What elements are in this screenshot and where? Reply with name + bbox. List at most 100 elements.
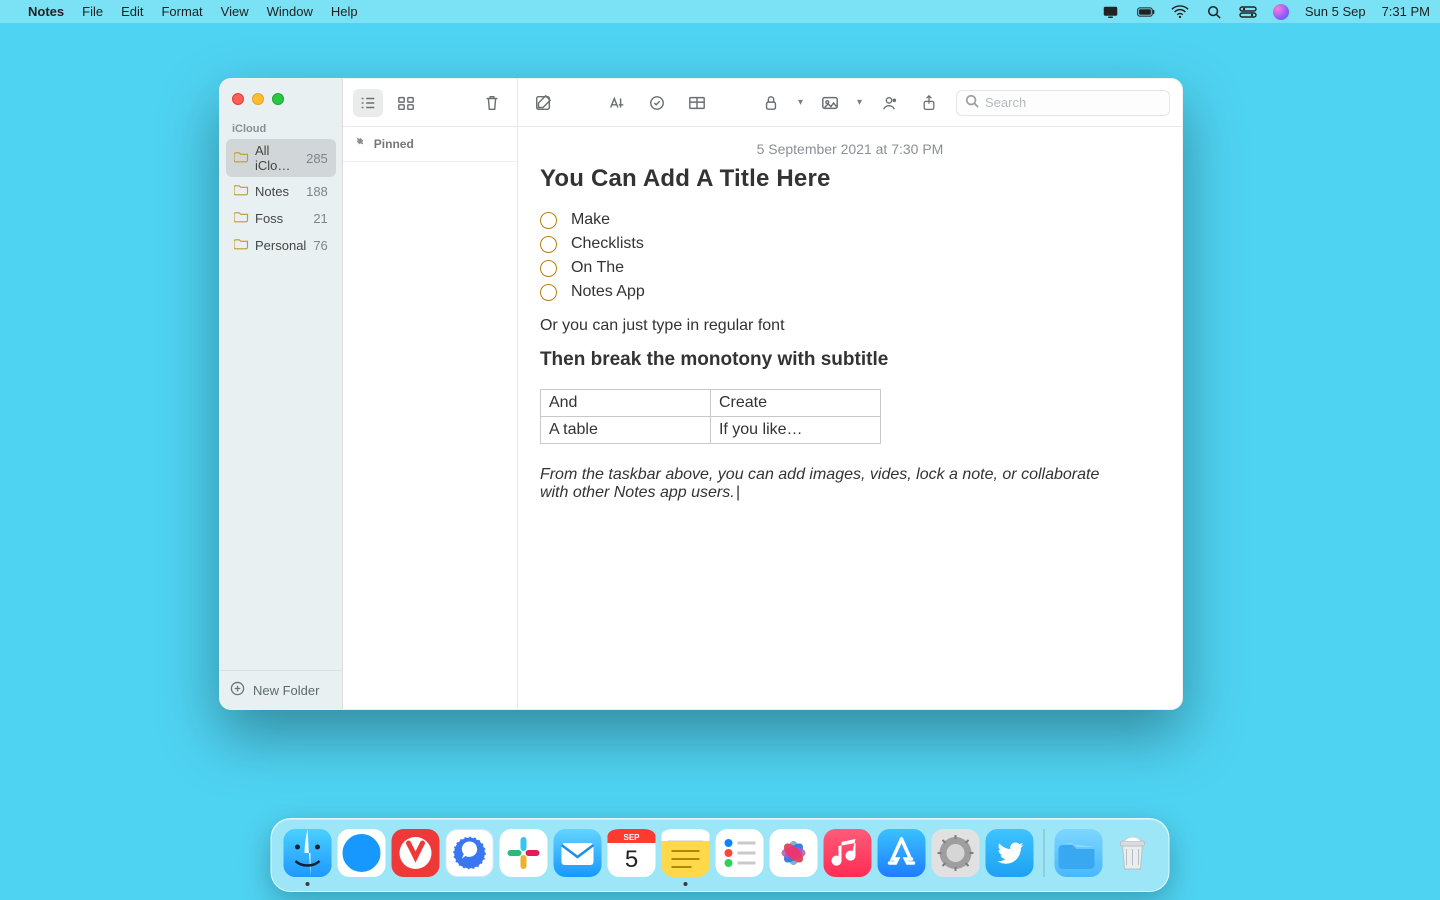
folder-icon bbox=[234, 149, 249, 167]
dock-safari[interactable] bbox=[338, 829, 386, 877]
battery-icon[interactable] bbox=[1137, 5, 1155, 19]
note-title[interactable]: You Can Add A Title Here bbox=[540, 165, 1160, 193]
dock-settings[interactable] bbox=[932, 829, 980, 877]
note-editor[interactable]: 5 September 2021 at 7:30 PM You Can Add … bbox=[518, 127, 1182, 522]
folder-icon bbox=[234, 182, 249, 200]
checkbox[interactable] bbox=[540, 284, 557, 301]
screen-mirror-icon[interactable] bbox=[1103, 5, 1121, 19]
menubar-date[interactable]: Sun 5 Sep bbox=[1305, 4, 1366, 19]
list-view-button[interactable] bbox=[353, 89, 383, 117]
pin-icon bbox=[355, 137, 366, 151]
control-center-icon[interactable] bbox=[1239, 5, 1257, 19]
folder-count: 285 bbox=[306, 151, 328, 166]
dock-finder[interactable] bbox=[284, 829, 332, 877]
note-content-pane: ▾ ▾ 5 September 2021 at 7:30 PM You Can … bbox=[518, 79, 1182, 709]
checkbox[interactable] bbox=[540, 212, 557, 229]
checklist-item[interactable]: Checklists bbox=[571, 235, 644, 253]
table-cell[interactable]: If you like… bbox=[710, 417, 880, 444]
pinned-label: Pinned bbox=[374, 137, 414, 151]
menubar-time[interactable]: 7:31 PM bbox=[1382, 4, 1430, 19]
menu-edit[interactable]: Edit bbox=[121, 4, 143, 19]
dock-signal[interactable] bbox=[446, 829, 494, 877]
delete-note-button[interactable] bbox=[477, 89, 507, 117]
folder-foss[interactable]: Foss 21 bbox=[226, 205, 336, 231]
dock-reminders[interactable] bbox=[716, 829, 764, 877]
note-toolbar: ▾ ▾ bbox=[518, 79, 1182, 127]
menubar-right: Sun 5 Sep 7:31 PM bbox=[1103, 4, 1430, 20]
menu-format[interactable]: Format bbox=[161, 4, 202, 19]
table-cell[interactable]: A table bbox=[540, 417, 710, 444]
close-button[interactable] bbox=[232, 93, 244, 105]
checklist-item[interactable]: Make bbox=[571, 211, 610, 229]
checklist[interactable]: Make Checklists On The Notes App bbox=[540, 211, 1160, 301]
checkbox[interactable] bbox=[540, 236, 557, 253]
dock-twitter[interactable] bbox=[986, 829, 1034, 877]
media-button[interactable] bbox=[817, 90, 843, 116]
note-italic-paragraph[interactable]: From the taskbar above, you can add imag… bbox=[540, 466, 1120, 502]
new-folder-label: New Folder bbox=[253, 683, 319, 698]
dock-downloads-folder[interactable] bbox=[1055, 829, 1103, 877]
wifi-icon[interactable] bbox=[1171, 5, 1189, 19]
dock-vivaldi[interactable] bbox=[392, 829, 440, 877]
search-input[interactable] bbox=[985, 95, 1161, 110]
folder-icon bbox=[234, 236, 249, 254]
folder-name: All iClo… bbox=[255, 143, 300, 173]
siri-icon[interactable] bbox=[1273, 4, 1289, 20]
app-menu[interactable]: Notes bbox=[28, 4, 64, 19]
table-cell[interactable]: Create bbox=[710, 390, 880, 417]
share-button[interactable] bbox=[916, 90, 942, 116]
folder-notes[interactable]: Notes 188 bbox=[226, 178, 336, 204]
spotlight-icon[interactable] bbox=[1205, 5, 1223, 19]
note-date: 5 September 2021 at 7:30 PM bbox=[540, 141, 1160, 157]
dock-slack[interactable] bbox=[500, 829, 548, 877]
grid-view-button[interactable] bbox=[391, 89, 421, 117]
notes-window: iCloud All iClo… 285 Notes 188 Foss 21 P… bbox=[219, 78, 1183, 710]
window-controls bbox=[220, 79, 342, 113]
folder-all-icloud[interactable]: All iClo… 285 bbox=[226, 139, 336, 177]
minimize-button[interactable] bbox=[252, 93, 264, 105]
svg-text:SEP: SEP bbox=[623, 833, 640, 842]
checklist-item[interactable]: Notes App bbox=[571, 283, 645, 301]
notes-list-column: Pinned bbox=[343, 79, 518, 709]
checklist-button[interactable] bbox=[644, 90, 670, 116]
collaborate-button[interactable] bbox=[876, 90, 902, 116]
table-cell[interactable]: And bbox=[540, 390, 710, 417]
menu-help[interactable]: Help bbox=[331, 4, 358, 19]
folder-icon bbox=[234, 209, 249, 227]
note-paragraph[interactable]: Or you can just type in regular font bbox=[540, 317, 1160, 335]
new-folder-button[interactable]: New Folder bbox=[220, 670, 342, 709]
dock-photos[interactable] bbox=[770, 829, 818, 877]
svg-text:5: 5 bbox=[625, 846, 638, 873]
folder-count: 21 bbox=[313, 211, 327, 226]
dock-notes[interactable] bbox=[662, 829, 710, 877]
dock-mail[interactable] bbox=[554, 829, 602, 877]
menu-view[interactable]: View bbox=[221, 4, 249, 19]
chevron-down-icon: ▾ bbox=[798, 97, 803, 108]
table-button[interactable] bbox=[684, 90, 710, 116]
folder-personal[interactable]: Personal 76 bbox=[226, 232, 336, 258]
sidebar-section-label: iCloud bbox=[220, 113, 342, 139]
checklist-item[interactable]: On The bbox=[571, 259, 624, 277]
plus-circle-icon bbox=[230, 681, 245, 699]
menu-window[interactable]: Window bbox=[267, 4, 313, 19]
lock-button[interactable] bbox=[758, 90, 784, 116]
dock-appstore[interactable] bbox=[878, 829, 926, 877]
folder-count: 188 bbox=[306, 184, 328, 199]
checkbox[interactable] bbox=[540, 260, 557, 277]
chevron-down-icon: ▾ bbox=[857, 97, 862, 108]
dock-trash[interactable] bbox=[1109, 829, 1157, 877]
folder-name: Notes bbox=[255, 184, 289, 199]
search-icon bbox=[965, 94, 979, 111]
pinned-section[interactable]: Pinned bbox=[343, 127, 517, 162]
menu-file[interactable]: File bbox=[82, 4, 103, 19]
dock-music[interactable] bbox=[824, 829, 872, 877]
note-table[interactable]: AndCreate A tableIf you like… bbox=[540, 389, 881, 444]
dock-calendar[interactable]: SEP 5 bbox=[608, 829, 656, 877]
search-field[interactable] bbox=[956, 90, 1170, 116]
compose-button[interactable] bbox=[530, 90, 556, 116]
fullscreen-button[interactable] bbox=[272, 93, 284, 105]
folder-name: Foss bbox=[255, 211, 283, 226]
folder-count: 76 bbox=[313, 238, 327, 253]
note-subtitle[interactable]: Then break the monotony with subtitle bbox=[540, 349, 1160, 371]
format-button[interactable] bbox=[604, 90, 630, 116]
